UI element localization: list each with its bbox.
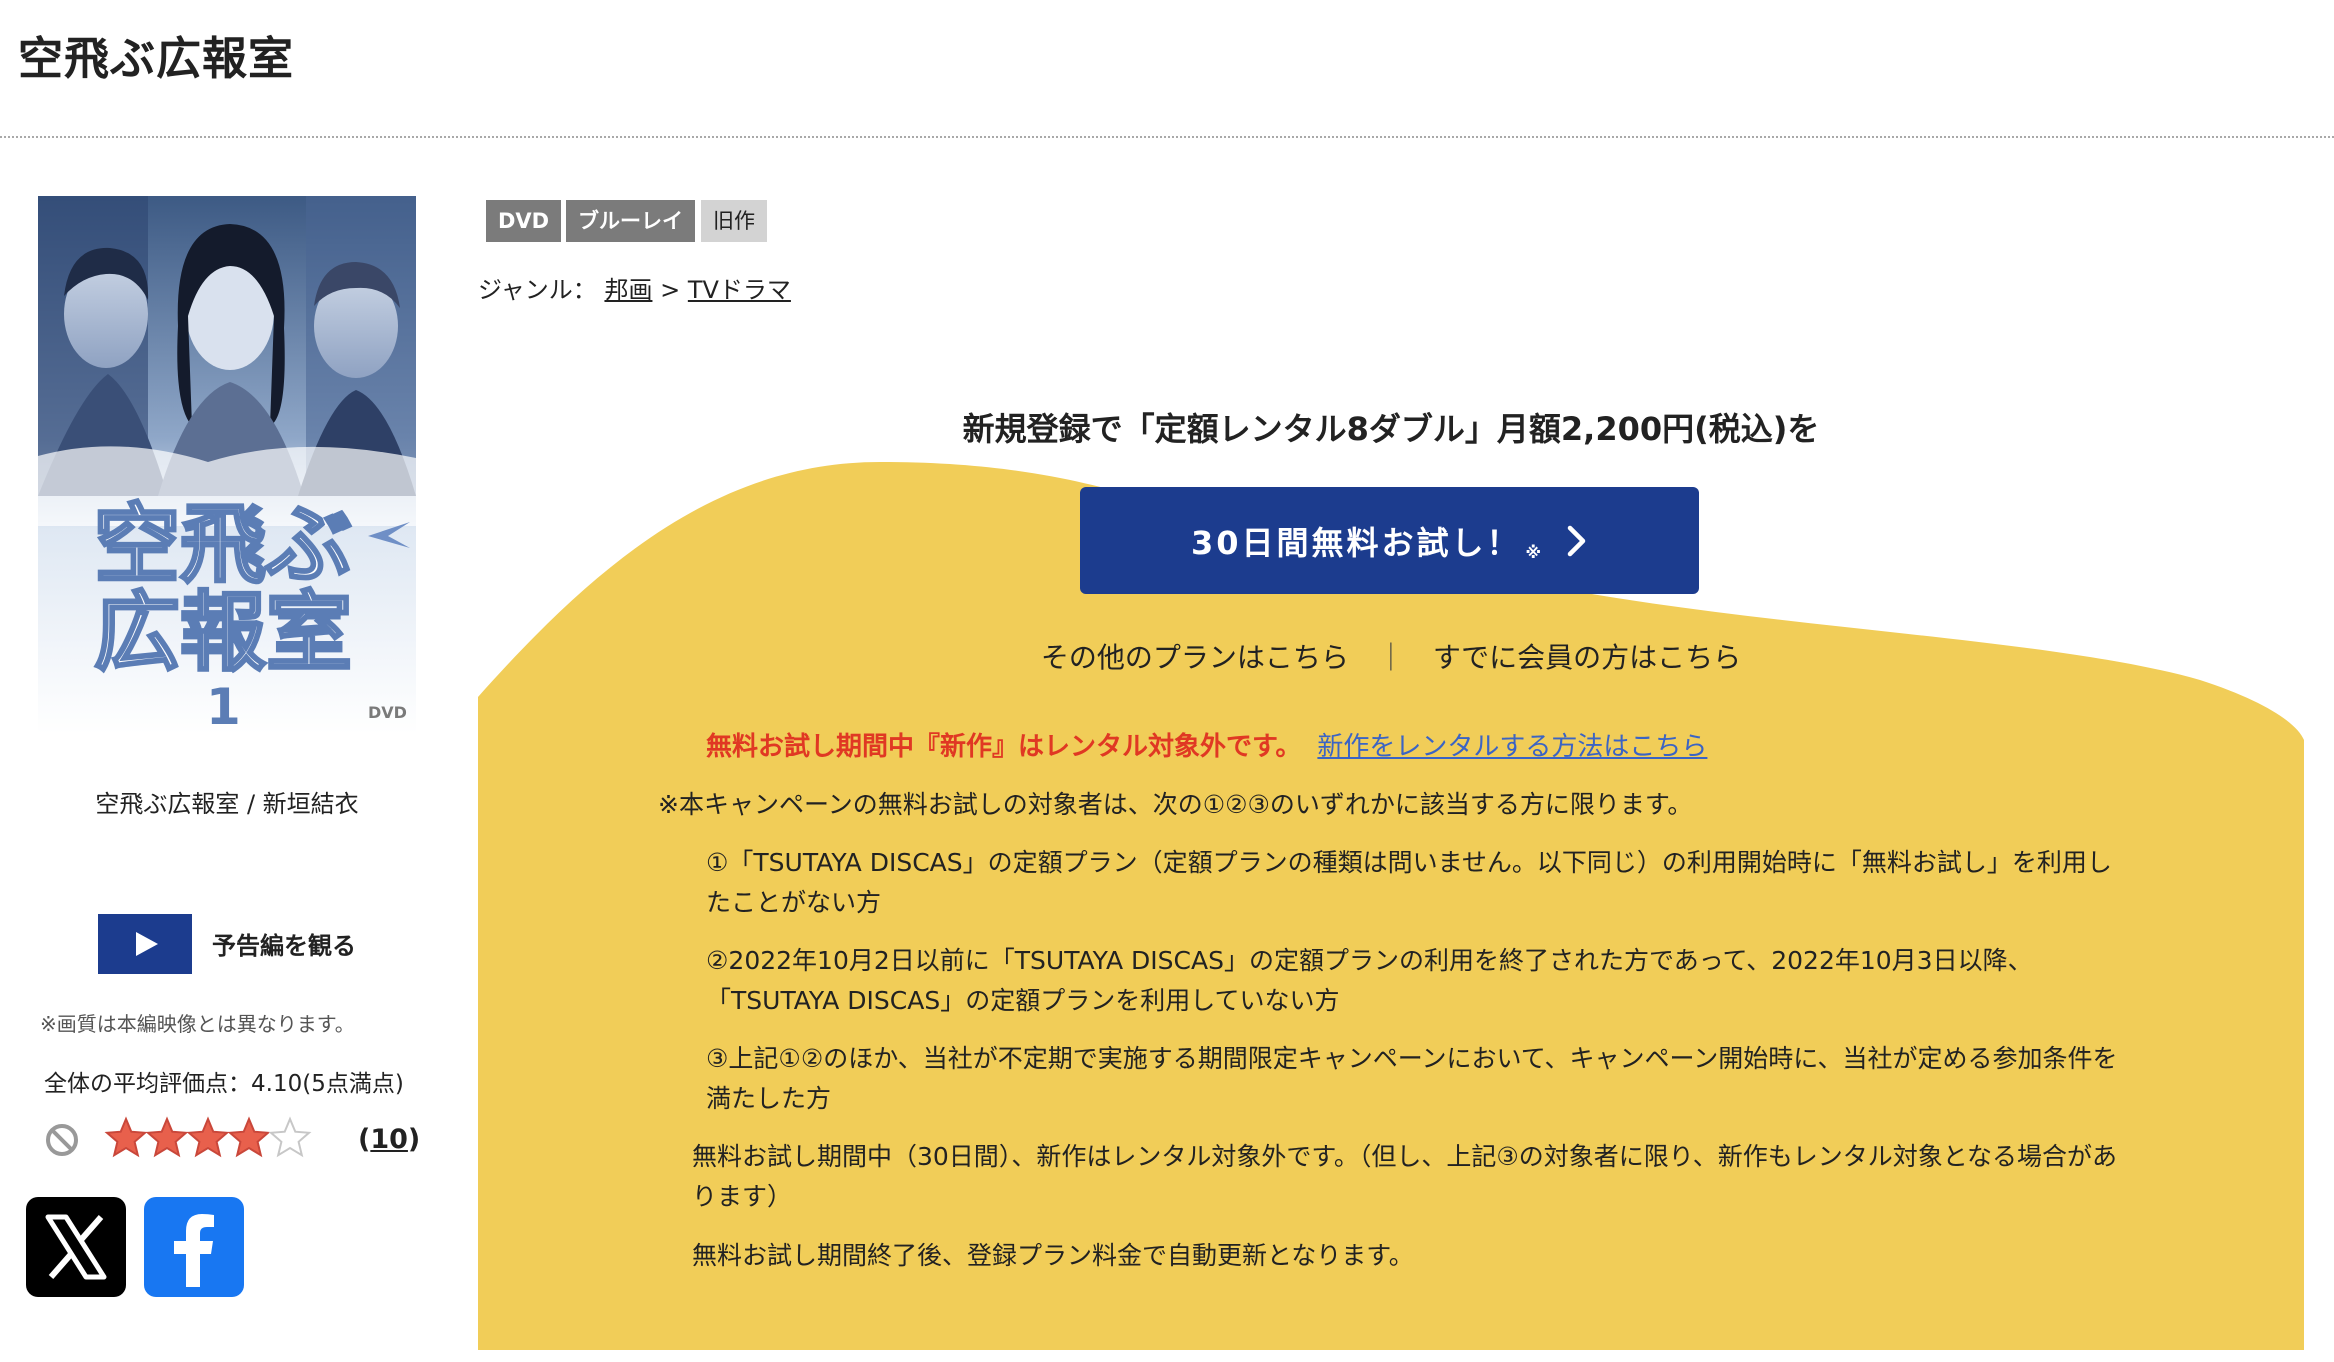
review-count-open: ( xyxy=(358,1124,371,1155)
trailer-label[interactable]: 予告編を観る xyxy=(212,926,356,961)
eligibility-condition-1: ①「TSUTAYA DISCAS」の定額プラン（定額プランの種類は問いません。以… xyxy=(706,848,2112,917)
average-rating-suffix: (5点満点) xyxy=(302,1071,404,1097)
block-icon[interactable] xyxy=(44,1122,80,1158)
genre-separator: > xyxy=(660,276,681,304)
member-login-link[interactable]: すでに会員の方はこちら xyxy=(1433,641,1741,674)
tag-old-release: 旧作 xyxy=(701,200,767,242)
campaign-headline: 新規登録で「定額レンタル8ダブル」月額2,200円(税込)を xyxy=(962,410,1820,448)
new-release-rental-link[interactable]: 新作をレンタルする方法はこちら xyxy=(1317,732,1707,762)
x-share-button[interactable] xyxy=(26,1197,126,1297)
genre-link-hougai[interactable]: 邦画 xyxy=(604,276,652,304)
trailer-play-button[interactable] xyxy=(98,914,192,974)
cover-title-line2: 広報室 xyxy=(94,583,352,683)
facebook-share-button[interactable] xyxy=(144,1197,244,1297)
campaign-eligibility-note: ※本キャンペーンの無料お試しの対象者は、次の①②③のいずれかに該当する方に限りま… xyxy=(658,790,1693,819)
genre-link-tv-drama[interactable]: TVドラマ xyxy=(688,276,791,304)
star-filled-icon xyxy=(227,1116,271,1158)
eligibility-condition-2: ②2022年10月2日以前に「TSUTAYA DISCAS」の定額プランの利用を… xyxy=(706,946,2033,1015)
star-filled-icon xyxy=(104,1116,148,1158)
image-quality-note: ※画質は本編映像とは異なります。 xyxy=(40,1012,355,1036)
genre-breadcrumb: ジャンル： 邦画 > TVドラマ xyxy=(478,270,791,305)
review-count-close: ) xyxy=(407,1124,421,1155)
play-icon xyxy=(136,932,158,956)
new-release-warning: 無料お試し期間中『新作』はレンタル対象外です。 xyxy=(706,732,1302,762)
star-filled-icon xyxy=(145,1116,189,1158)
star-empty-icon xyxy=(268,1116,312,1158)
average-rating: 全体の平均評価点：4.10(5点満点) xyxy=(44,1064,404,1098)
cover-dvd-mark: DVD xyxy=(368,703,407,722)
review-count-number[interactable]: 10 xyxy=(370,1124,408,1155)
product-caption: 空飛ぶ広報室 / 新垣結衣 xyxy=(95,790,359,818)
cover-image[interactable]: 空飛ぶ 広報室 1 DVD xyxy=(38,196,416,734)
star-rating xyxy=(104,1116,312,1158)
cover-volume: 1 xyxy=(206,678,241,734)
genre-label: ジャンル： xyxy=(478,276,597,304)
trial-period-note: 無料お試し期間中（30日間）、新作はレンタル対象外です。（但し、上記③の対象者に… xyxy=(692,1142,2117,1211)
free-trial-button[interactable]: 30日間無料お試し！ ※ xyxy=(1080,487,1699,594)
average-rating-value: 4.10 xyxy=(251,1071,303,1097)
tag-dvd: DVD xyxy=(486,200,562,242)
auto-renew-note: 無料お試し期間終了後、登録プラン料金で自動更新となります。 xyxy=(692,1241,1414,1270)
plan-links: その他のプランはこちら ｜ すでに会員の方はこちら xyxy=(478,636,2304,676)
chevron-right-icon xyxy=(1567,525,1586,556)
free-trial-note-mark: ※ xyxy=(1525,543,1545,562)
other-plans-link[interactable]: その他のプランはこちら xyxy=(1041,641,1349,674)
eligibility-condition-3: ③上記①②のほか、当社が不定期で実施する期間限定キャンペーンにおいて、キャンペー… xyxy=(706,1044,2118,1113)
average-rating-label: 全体の平均評価点： xyxy=(44,1071,251,1097)
tag-bluray: ブルーレイ xyxy=(566,200,695,242)
review-count[interactable]: (10) xyxy=(358,1124,420,1155)
free-trial-warning: 無料お試し期間中『新作』はレンタル対象外です。 新作をレンタルする方法はこちら xyxy=(706,726,1707,763)
cover-title-line1: 空飛ぶ xyxy=(94,495,352,595)
plan-links-separator: ｜ xyxy=(1376,641,1405,674)
free-trial-label: 30日間無料お試し！ xyxy=(1190,523,1522,562)
star-filled-icon xyxy=(186,1116,230,1158)
